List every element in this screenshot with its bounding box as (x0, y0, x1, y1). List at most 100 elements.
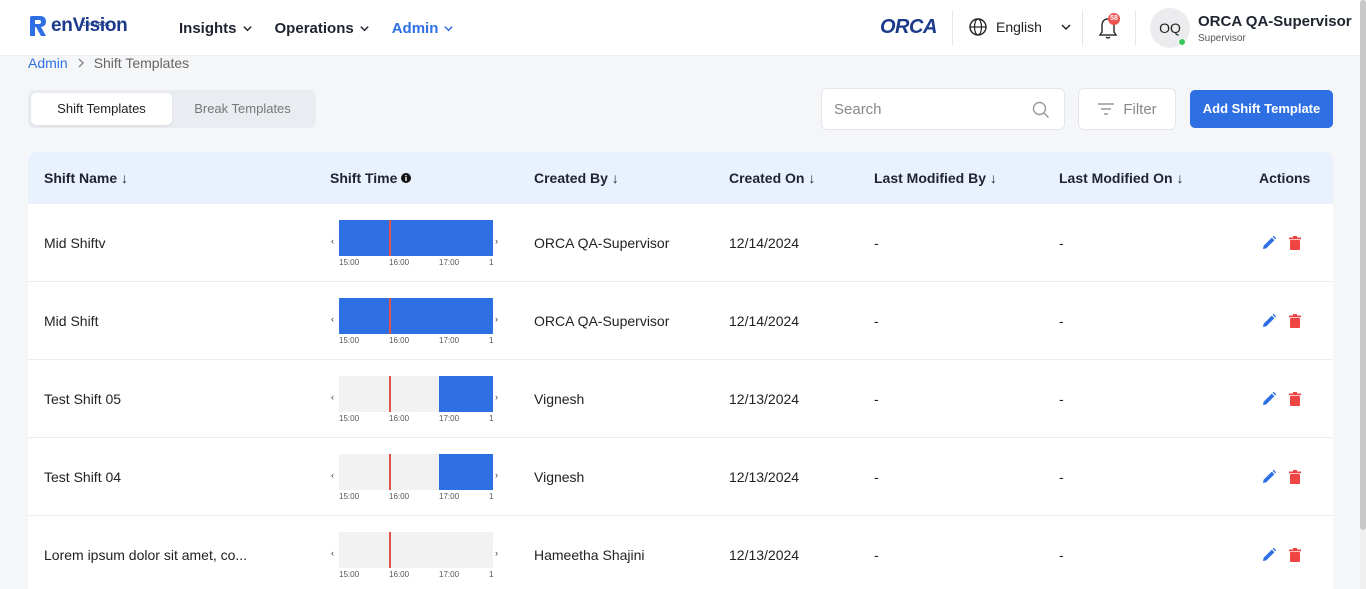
timeline-next-arrow[interactable]: › (495, 548, 498, 558)
timeline-tick: 16:00 (389, 414, 410, 423)
timeline-tick: 17:00 (439, 414, 460, 423)
shift-templates-table: Shift Name ↓ Shift Time Created By ↓ Cre… (28, 152, 1333, 589)
row-actions (1261, 469, 1303, 485)
shift-timeline[interactable]: ‹ › 15:00 16:00 17:00 1 (328, 218, 503, 268)
add-shift-template-button[interactable]: Add Shift Template (1190, 90, 1333, 128)
shift-timeline[interactable]: ‹ › 15:00 16:00 17:00 1 (328, 452, 503, 502)
timeline-prev-arrow[interactable]: ‹ (331, 314, 334, 324)
timeline-prev-arrow[interactable]: ‹ (331, 548, 334, 558)
search-box (821, 88, 1065, 130)
timeline-next-arrow[interactable]: › (495, 392, 498, 402)
filter-label: Filter (1123, 100, 1157, 118)
nav-operations[interactable]: Operations (275, 18, 370, 38)
main-nav: Insights Operations Admin (179, 18, 454, 38)
last-modified-on-cell: - (1059, 313, 1064, 329)
col-last-modified-by[interactable]: Last Modified By ↓ (874, 152, 997, 204)
nav-insights-label: Insights (179, 19, 237, 37)
created-by-cell: Vignesh (534, 469, 585, 485)
timeline-tick: 1 (489, 570, 494, 579)
nav-insights[interactable]: Insights (179, 18, 253, 38)
table-row[interactable]: Lorem ipsum dolor sit amet, co... ‹ › 15:00… (28, 516, 1333, 589)
timeline-current-time-marker (389, 220, 391, 256)
search-input[interactable] (822, 89, 1022, 129)
col-created-on[interactable]: Created On ↓ (729, 152, 815, 204)
timeline-prev-arrow[interactable]: ‹ (331, 236, 334, 246)
edit-icon[interactable] (1261, 235, 1277, 251)
table-header: Shift Name ↓ Shift Time Created By ↓ Cre… (28, 152, 1333, 204)
timeline-track (339, 532, 493, 568)
timeline-tick: 15:00 (339, 414, 360, 423)
orca-logo: ORCA (880, 16, 937, 38)
breadcrumb-current: Shift Templates (93, 55, 190, 71)
filter-button[interactable]: Filter (1078, 88, 1176, 130)
envision-logo-icon (30, 16, 46, 36)
delete-icon[interactable] (1287, 469, 1303, 485)
table-row[interactable]: Test Shift 05 ‹ › 15:00 16:00 17:00 1 Vignesh 12… (28, 360, 1333, 438)
timeline-next-arrow[interactable]: › (495, 236, 498, 246)
breadcrumb-admin-link[interactable]: Admin (28, 55, 68, 71)
breadcrumb: Admin Shift Templates (28, 55, 189, 71)
edit-icon[interactable] (1261, 469, 1277, 485)
last-modified-by-cell: - (874, 313, 879, 329)
created-on-cell: 12/13/2024 (729, 391, 800, 407)
info-icon[interactable] (401, 173, 412, 183)
edit-icon[interactable] (1261, 313, 1277, 329)
timeline-next-arrow[interactable]: › (495, 470, 498, 480)
timeline-current-time-marker (389, 454, 391, 490)
timeline-shift-bar (439, 454, 493, 490)
language-selector[interactable]: English (968, 17, 1072, 37)
last-modified-by-cell: - (874, 547, 879, 563)
timeline-tick: 17:00 (439, 336, 460, 345)
col-created-by[interactable]: Created By ↓ (534, 152, 619, 204)
edit-icon[interactable] (1261, 391, 1277, 407)
tab-break-templates[interactable]: Break Templates (172, 93, 313, 125)
shift-timeline[interactable]: ‹ › 15:00 16:00 17:00 1 (328, 374, 503, 424)
timeline-tick: 15:00 (339, 336, 360, 345)
timeline-tick: 16:00 (389, 570, 410, 579)
timeline-tick: 1 (489, 336, 494, 345)
row-actions (1261, 313, 1303, 329)
tab-shift-templates[interactable]: Shift Templates (31, 93, 172, 125)
col-last-modified-on[interactable]: Last Modified On ↓ (1059, 152, 1183, 204)
search-icon[interactable] (1032, 101, 1050, 119)
user-name[interactable]: ORCA QA-Supervisor (1198, 13, 1352, 30)
nav-admin[interactable]: Admin (392, 18, 455, 38)
timeline-tick: 1 (489, 492, 494, 501)
table-row[interactable]: Test Shift 04 ‹ › 15:00 16:00 17:00 1 Vignesh 12… (28, 438, 1333, 516)
chevron-down-icon (242, 25, 252, 31)
created-on-cell: 12/14/2024 (729, 235, 800, 251)
envision-logo[interactable]: enVision (26, 14, 128, 38)
last-modified-on-cell: - (1059, 469, 1064, 485)
row-actions (1261, 235, 1303, 251)
delete-icon[interactable] (1287, 313, 1303, 329)
shift-name-cell: Lorem ipsum dolor sit amet, co... (44, 547, 248, 563)
table-row[interactable]: Mid Shiftv ‹ › 15:00 16:00 17:00 1 ORCA QA-Supe… (28, 204, 1333, 282)
table-body: Mid Shiftv ‹ › 15:00 16:00 17:00 1 ORCA QA-Supe… (28, 204, 1333, 589)
divider (1135, 10, 1136, 46)
col-shift-name[interactable]: Shift Name ↓ (44, 152, 128, 204)
shift-timeline[interactable]: ‹ › 15:00 16:00 17:00 1 (328, 530, 503, 580)
table-row[interactable]: Mid Shift ‹ › 15:00 16:00 17:00 1 ORCA QA-Super… (28, 282, 1333, 360)
filter-icon (1098, 103, 1115, 115)
created-by-cell: ORCA QA-Supervisor (534, 313, 670, 329)
delete-icon[interactable] (1287, 235, 1303, 251)
timeline-prev-arrow[interactable]: ‹ (331, 392, 334, 402)
chevron-down-icon (444, 25, 454, 31)
timeline-next-arrow[interactable]: › (495, 314, 498, 324)
timeline-prev-arrow[interactable]: ‹ (331, 470, 334, 480)
created-on-cell: 12/13/2024 (729, 547, 800, 563)
divider (1082, 10, 1083, 46)
scrollbar-thumb[interactable] (1360, 0, 1366, 530)
edit-icon[interactable] (1261, 547, 1277, 563)
delete-icon[interactable] (1287, 391, 1303, 407)
top-header: enVision CONTROL Insights Operations Adm… (0, 0, 1366, 56)
timeline-tick: 17:00 (439, 258, 460, 267)
timeline-tick: 1 (489, 258, 494, 267)
shift-timeline[interactable]: ‹ › 15:00 16:00 17:00 1 (328, 296, 503, 346)
delete-icon[interactable] (1287, 547, 1303, 563)
shift-name-cell: Mid Shiftv (44, 235, 106, 251)
created-on-cell: 12/13/2024 (729, 469, 800, 485)
divider (952, 10, 953, 46)
row-actions (1261, 391, 1303, 407)
page-scrollbar[interactable] (1360, 0, 1366, 589)
